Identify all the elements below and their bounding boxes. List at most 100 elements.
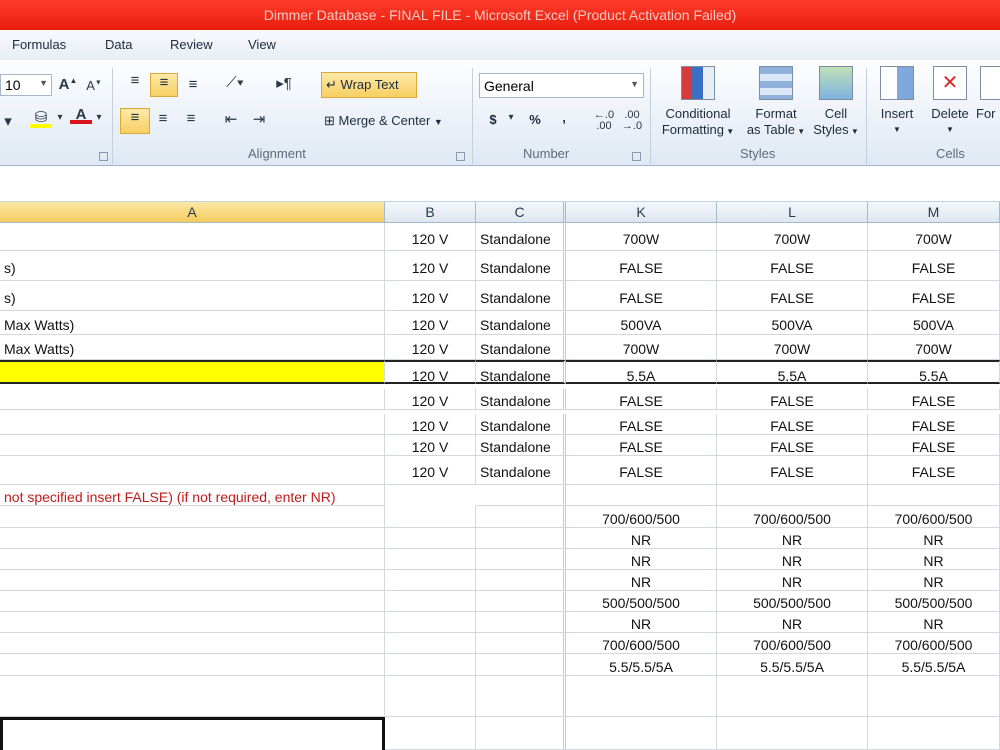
cell-l-16[interactable]: 500/500/500 (717, 591, 868, 612)
cell-l-8[interactable]: FALSE (717, 414, 868, 435)
chevron-down-icon[interactable]: ▾ (506, 112, 516, 123)
cell-k-10[interactable]: FALSE (566, 456, 717, 485)
cell-l-1[interactable]: 700W (717, 223, 868, 251)
fill-color-icon[interactable]: ⛁ (30, 108, 52, 128)
cell-k-5[interactable]: 700W (566, 335, 717, 360)
cell-l-19[interactable]: 5.5/5.5/5A (717, 654, 868, 676)
text-direction-icon[interactable]: ▸¶ (272, 74, 296, 92)
chevron-down-icon[interactable]: ▾ (55, 112, 65, 123)
cell-b-18[interactable] (385, 633, 476, 654)
cell-a-16[interactable] (0, 591, 385, 612)
tab-formulas[interactable]: Formulas (12, 37, 66, 52)
cell-a-8[interactable] (0, 414, 385, 435)
cell-l-2[interactable]: FALSE (717, 251, 868, 281)
cell-b-1[interactable]: 120 V (385, 223, 476, 251)
align-center-icon[interactable]: ≡ (152, 110, 174, 127)
cell-l-15[interactable]: NR (717, 570, 868, 591)
cell-a-18[interactable] (0, 633, 385, 654)
cell-a-9[interactable] (0, 435, 385, 456)
cell-k-1[interactable]: 700W (566, 223, 717, 251)
cell-b-17[interactable] (385, 612, 476, 633)
cell-m-10[interactable]: FALSE (868, 456, 1000, 485)
format-button[interactable]: For (976, 66, 1000, 122)
cell-a-17[interactable] (0, 612, 385, 633)
cell-l-5[interactable]: 700W (717, 335, 868, 360)
cell-m-6[interactable]: 5.5A (868, 360, 1000, 384)
cell-m-1[interactable]: 700W (868, 223, 1000, 251)
cell-styles-button[interactable]: Cell Styles ▼ (810, 66, 862, 140)
cell-m-9[interactable]: FALSE (868, 435, 1000, 456)
cell-a-3[interactable]: s) (0, 281, 385, 311)
cell-c-7[interactable]: Standalone (476, 389, 566, 410)
borders-dropdown-icon[interactable]: ▾ (2, 112, 14, 130)
cell-m-19[interactable]: 5.5/5.5/5A (868, 654, 1000, 676)
cell-m-12[interactable]: 700/600/500 (868, 506, 1000, 528)
cell-k-3[interactable]: FALSE (566, 281, 717, 311)
align-top-icon[interactable]: ≡ (124, 72, 146, 89)
cell-c-6[interactable]: Standalone (476, 360, 566, 384)
cell-a-1[interactable] (0, 223, 385, 251)
cell-m-7[interactable]: FALSE (868, 389, 1000, 410)
cell-m-2[interactable]: FALSE (868, 251, 1000, 281)
number-dialog-launcher-icon[interactable] (632, 152, 641, 161)
decrease-decimal-icon[interactable]: .00 →.0 (620, 110, 644, 132)
cell-k-13[interactable]: NR (566, 528, 717, 549)
cell-a-6[interactable] (0, 360, 385, 384)
cell-l-18[interactable]: 700/600/500 (717, 633, 868, 654)
cell-c-4[interactable]: Standalone (476, 311, 566, 335)
orientation-icon[interactable]: ⟋▾ (220, 74, 250, 91)
cell-c-16[interactable] (476, 591, 566, 612)
cell-k-11[interactable] (566, 485, 717, 506)
column-header-b[interactable]: B (385, 202, 476, 223)
cell-c-1[interactable]: Standalone (476, 223, 566, 251)
cell-l-10[interactable]: FALSE (717, 456, 868, 485)
column-header-a[interactable]: A (0, 202, 385, 223)
cell-k-9[interactable]: FALSE (566, 435, 717, 456)
cell-b-12[interactable] (385, 506, 476, 528)
align-right-icon[interactable]: ≡ (180, 110, 202, 127)
cell-m-16[interactable]: 500/500/500 (868, 591, 1000, 612)
decrease-indent-icon[interactable]: ⇤ (220, 110, 242, 128)
cell-c-15[interactable] (476, 570, 566, 591)
cell-c-10[interactable]: Standalone (476, 456, 566, 485)
cell-k-17[interactable]: NR (566, 612, 717, 633)
cell-k-6[interactable]: 5.5A (566, 360, 717, 384)
cell-l-17[interactable]: NR (717, 612, 868, 633)
cell-a-4[interactable]: Max Watts) (0, 311, 385, 335)
cell-m-13[interactable]: NR (868, 528, 1000, 549)
cell-l-9[interactable]: FALSE (717, 435, 868, 456)
cell-a-13[interactable] (0, 528, 385, 549)
cell-k-7[interactable]: FALSE (566, 389, 717, 410)
align-left-icon[interactable]: ≡ (120, 108, 150, 134)
cell-c-19[interactable] (476, 654, 566, 676)
column-header-c[interactable]: C (476, 202, 566, 223)
merge-center-button[interactable]: ⊞ Merge & Center ▼ (324, 113, 466, 130)
cell-c-2[interactable]: Standalone (476, 251, 566, 281)
cell-k-4[interactable]: 500VA (566, 311, 717, 335)
tab-view[interactable]: View (248, 37, 276, 52)
cell-m-8[interactable]: FALSE (868, 414, 1000, 435)
percent-button[interactable]: % (527, 112, 543, 128)
cell-l-3[interactable]: FALSE (717, 281, 868, 311)
cell-m-4[interactable]: 500VA (868, 311, 1000, 335)
cell-c-12[interactable] (476, 506, 566, 528)
increase-decimal-icon[interactable]: ←.0.00 (590, 110, 618, 132)
cell-c-18[interactable] (476, 633, 566, 654)
cell-m-11[interactable] (868, 485, 1000, 506)
cell-l-4[interactable]: 500VA (717, 311, 868, 335)
cell-k-18[interactable]: 700/600/500 (566, 633, 717, 654)
cell-b-21[interactable] (385, 717, 476, 750)
shrink-font-icon[interactable]: A▼ (84, 78, 104, 93)
cell-a-15[interactable] (0, 570, 385, 591)
chevron-down-icon[interactable]: ▾ (94, 112, 104, 123)
cell-l-20[interactable] (717, 676, 868, 717)
grow-font-icon[interactable]: A▲ (58, 76, 78, 93)
delete-button[interactable]: ✕ Delete ▼ (926, 66, 974, 138)
cell-l-13[interactable]: NR (717, 528, 868, 549)
cell-a-20[interactable] (0, 676, 385, 717)
cell-c-17[interactable] (476, 612, 566, 633)
cell-a-14[interactable] (0, 549, 385, 570)
cell-l-11[interactable] (717, 485, 868, 506)
conditional-formatting-button[interactable]: Conditional Formatting ▼ (656, 66, 740, 140)
cell-b-20[interactable] (385, 676, 476, 717)
